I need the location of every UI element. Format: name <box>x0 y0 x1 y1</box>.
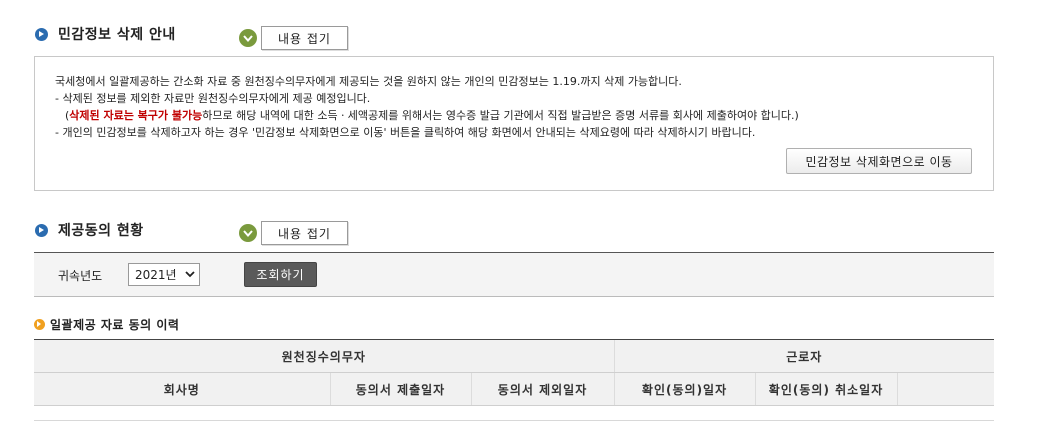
blue-arrow-bullet-icon <box>35 223 48 237</box>
col-submit-date: 동의서 제출일자 <box>329 372 471 406</box>
group-header-worker: 근로자 <box>613 339 995 373</box>
year-select-value: 2021년 <box>135 268 177 282</box>
warning-text: 삭제된 자료는 복구가 불가능 <box>69 109 203 122</box>
history-title: 일괄제공 자료 동의 이력 <box>34 316 179 333</box>
chevron-down-icon <box>185 271 195 278</box>
collapse-button[interactable]: 내용 접기 <box>261 221 348 245</box>
sensitive-info-notice-box: 국세청에서 일괄제공하는 간소화 자료 중 원천징수의무자에게 제공되는 것을 … <box>34 56 994 191</box>
col-empty <box>896 372 995 406</box>
table-bottom-divider <box>34 420 994 421</box>
section-title-text: 민감정보 삭제 안내 <box>58 27 176 43</box>
toggle-section2: 내용 접기 <box>239 221 348 245</box>
section-title-consent-status: 제공동의 현황 <box>35 220 144 240</box>
blue-arrow-bullet-icon <box>35 27 48 41</box>
table-column-header-row: 회사명 동의서 제출일자 동의서 제외일자 확인(동의)일자 확인(동의) 취소… <box>34 372 995 406</box>
group-header-withholder: 원천징수의무자 <box>34 339 615 373</box>
notice-line: - 삭제된 정보를 제외한 자료만 원천징수의무자에게 제공 예정입니다. <box>55 92 371 105</box>
col-exclude-date: 동의서 제외일자 <box>470 372 615 406</box>
chevron-down-icon[interactable] <box>239 224 257 242</box>
col-confirm-date: 확인(동의)일자 <box>613 372 756 406</box>
filter-bar: 귀속년도 2021년 조회하기 <box>34 252 994 297</box>
section-title-sensitive-info: 민감정보 삭제 안내 <box>35 24 176 44</box>
year-label: 귀속년도 <box>58 269 103 283</box>
notice-line: 국세청에서 일괄제공하는 간소화 자료 중 원천징수의무자에게 제공되는 것을 … <box>55 75 682 88</box>
collapse-button[interactable]: 내용 접기 <box>261 26 348 50</box>
col-cancel-date: 확인(동의) 취소일자 <box>754 372 898 406</box>
toggle-section1: 내용 접기 <box>239 26 348 50</box>
chevron-down-icon[interactable] <box>239 29 257 47</box>
table-group-header-row: 원천징수의무자 근로자 <box>34 339 995 373</box>
search-button[interactable]: 조회하기 <box>244 262 317 287</box>
section-title-text: 제공동의 현황 <box>58 223 144 239</box>
goto-sensitive-info-delete-button[interactable]: 민감정보 삭제화면으로 이동 <box>786 148 972 174</box>
orange-arrow-bullet-icon <box>34 319 45 330</box>
history-title-text: 일괄제공 자료 동의 이력 <box>50 318 180 332</box>
year-select[interactable]: 2021년 <box>128 263 200 286</box>
notice-line-warning: (삭제된 자료는 복구가 불가능하므로 해당 내역에 대한 소득ㆍ세액공제를 위… <box>65 107 799 123</box>
notice-line: - 개인의 민감정보를 삭제하고자 하는 경우 '민감정보 삭제화면으로 이동'… <box>55 126 756 139</box>
notice-line-rest: 하므로 해당 내역에 대한 소득ㆍ세액공제를 위해서는 영수증 발급 기관에서 … <box>202 109 799 122</box>
consent-history-table: 원천징수의무자 근로자 회사명 동의서 제출일자 동의서 제외일자 확인(동의)… <box>34 339 995 406</box>
col-company: 회사명 <box>34 372 330 406</box>
